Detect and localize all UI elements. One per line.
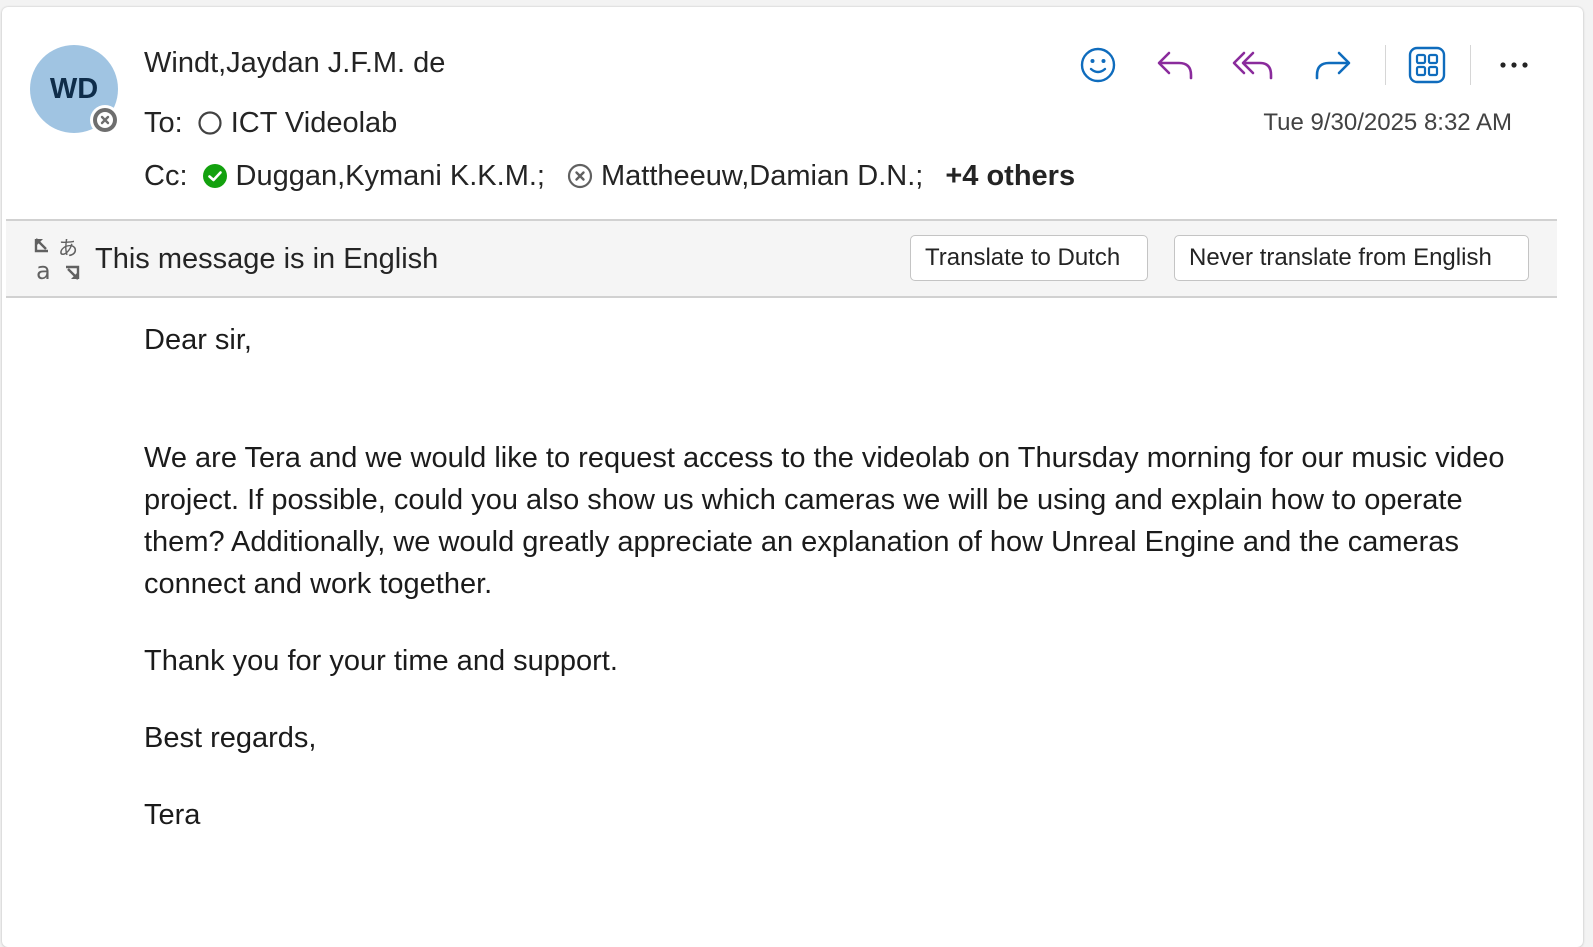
reply-button[interactable]: [1148, 39, 1204, 91]
email-reading-pane: WD Windt,Jaydan J.F.M. de To: ICT Videol…: [2, 7, 1583, 947]
presence-offline-icon: [90, 105, 120, 135]
avatar-initials: WD: [49, 72, 99, 105]
apps-icon: [1408, 46, 1446, 84]
translate-button[interactable]: Translate to Dutch: [910, 235, 1148, 281]
sender-name[interactable]: Windt,Jaydan J.F.M. de: [144, 45, 445, 81]
translation-message: This message is in English: [95, 243, 439, 275]
svg-text:あ: あ: [58, 236, 78, 260]
svg-text:a: a: [36, 257, 51, 283]
translate-icon: あ a: [32, 235, 82, 288]
toolbar-divider: [1470, 45, 1471, 85]
more-icon: [1500, 62, 1528, 68]
to-recipient-name: ICT Videolab: [230, 107, 398, 139]
cc-recipient-name: Mattheeuw,Damian D.N.;: [600, 160, 924, 192]
body-signature: Tera: [144, 799, 201, 831]
emoji-icon: [1080, 47, 1116, 83]
reply-icon: [1157, 51, 1193, 80]
translation-bar: あ a This message is in English Translate…: [6, 219, 1557, 298]
presence-unknown-icon: [197, 110, 223, 136]
cc-line: Cc: Duggan,Kymani K.K.M.; Mattheeuw,Dami…: [144, 158, 1075, 194]
reply-all-button[interactable]: [1226, 39, 1282, 91]
to-recipient[interactable]: ICT Videolab: [197, 105, 398, 141]
body-paragraph: Thank you for your time and support.: [144, 645, 618, 677]
cc-recipient-name: Duggan,Kymani K.K.M.;: [235, 160, 545, 192]
cc-recipient[interactable]: Duggan,Kymani K.K.M.;: [202, 158, 545, 194]
to-line: To: ICT Videolab: [144, 105, 419, 141]
forward-button[interactable]: [1304, 39, 1360, 91]
more-actions-button[interactable]: [1486, 39, 1542, 91]
reply-all-icon: [1232, 51, 1273, 80]
sent-timestamp: Tue 9/30/2025 8:32 AM: [1263, 109, 1512, 136]
cc-recipient[interactable]: Mattheeuw,Damian D.N.;: [567, 158, 923, 194]
apps-button[interactable]: [1399, 39, 1455, 91]
to-label: To:: [144, 107, 183, 139]
message-toolbar: [1070, 39, 1564, 91]
body-closing: Best regards,: [144, 722, 317, 754]
presence-offline-icon: [567, 163, 593, 189]
reactions-button[interactable]: [1070, 39, 1126, 91]
cc-more-link[interactable]: +4 others: [945, 158, 1075, 194]
cc-label: Cc:: [144, 160, 188, 192]
never-translate-button[interactable]: Never translate from English: [1174, 235, 1529, 281]
body-greeting: Dear sir,: [144, 324, 252, 356]
presence-available-icon: [202, 163, 228, 189]
body-paragraph: We are Tera and we would like to request…: [144, 442, 1505, 600]
message-body: Dear sir, We are Tera and we would like …: [144, 319, 1514, 871]
forward-icon: [1315, 51, 1351, 80]
toolbar-divider: [1385, 45, 1386, 85]
